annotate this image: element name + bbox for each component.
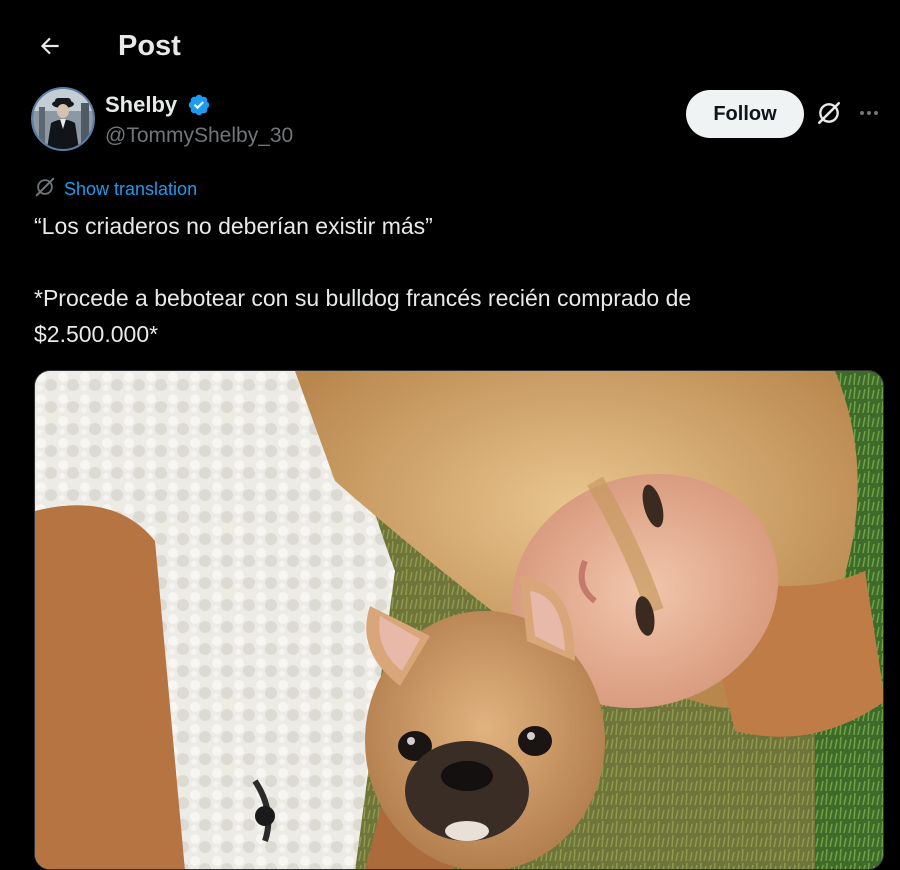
- more-horizontal-icon: [857, 101, 881, 130]
- more-options-button[interactable]: [854, 100, 884, 130]
- author-handle[interactable]: @TommyShelby_30: [105, 123, 293, 149]
- post-photo: [35, 371, 883, 869]
- arrow-left-icon: [37, 33, 63, 64]
- post-text: “Los criaderos no deberían existir más” …: [34, 208, 864, 352]
- verified-badge-icon: [187, 93, 211, 117]
- grok-button[interactable]: [814, 100, 844, 130]
- follow-button[interactable]: Follow: [686, 90, 804, 138]
- page-title: Post: [118, 30, 181, 62]
- post-image[interactable]: [34, 370, 884, 870]
- back-button[interactable]: [30, 28, 70, 68]
- grok-icon: [816, 100, 842, 131]
- post-text-line: *Procede a bebotear con su bulldog franc…: [34, 285, 692, 311]
- post-text-line: $2.500.000*: [34, 321, 159, 347]
- post-text-line: “Los criaderos no deberían existir más”: [34, 213, 433, 239]
- page-header: Post: [0, 0, 900, 92]
- show-translation-link[interactable]: Show translation: [34, 176, 197, 202]
- post-author: Shelby @TommyShelby_30 Follow: [30, 86, 878, 158]
- author-display-name[interactable]: Shelby: [105, 91, 177, 119]
- show-translation-label: Show translation: [64, 178, 198, 199]
- avatar[interactable]: [31, 87, 95, 151]
- grok-translate-icon: [34, 176, 56, 203]
